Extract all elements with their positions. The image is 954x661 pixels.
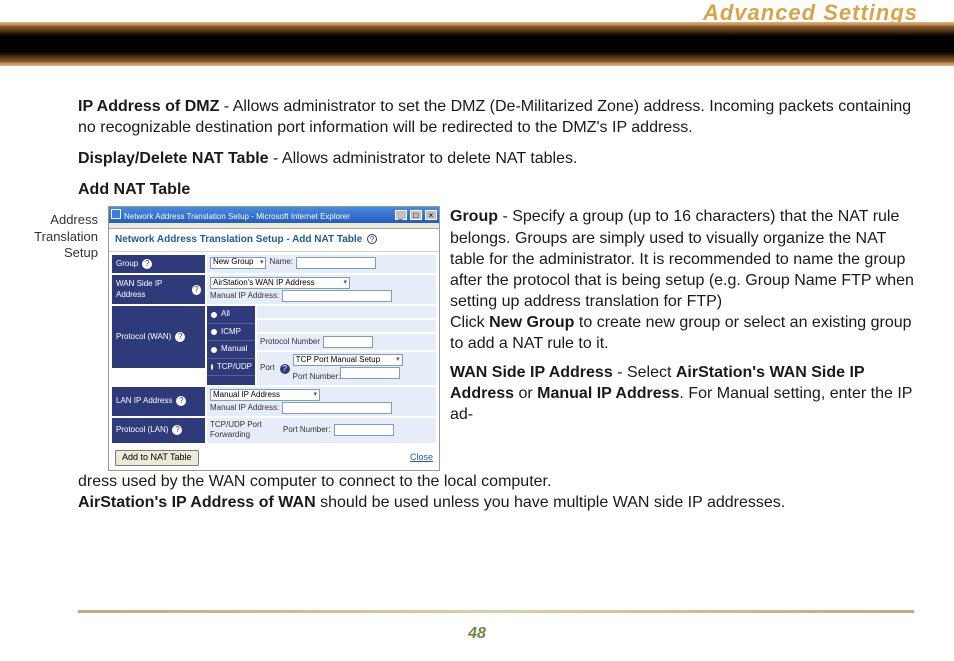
help-icon[interactable]: ? — [367, 234, 377, 244]
dialog-heading-add: Add NAT Table — [292, 234, 362, 245]
term-dmz: IP Address of DMZ — [78, 98, 219, 115]
window-min-button[interactable]: _ — [395, 210, 407, 220]
window-title-text: Network Address Translation Setup - Micr… — [124, 212, 350, 221]
help-icon[interactable]: ? — [280, 364, 290, 374]
add-to-nat-button[interactable]: Add to NAT Table — [115, 450, 199, 466]
caption-line: Translation — [18, 229, 98, 245]
help-icon[interactable]: ? — [172, 425, 182, 435]
paragraph-dmz: IP Address of DMZ - Allows administrator… — [78, 96, 914, 138]
text-display-delete-nat: - Allows administrator to delete NAT tab… — [269, 150, 578, 167]
label-protocol-lan: Protocol (LAN)? — [111, 417, 206, 444]
footer-divider — [78, 610, 914, 613]
input-protocol-number[interactable] — [323, 336, 373, 348]
term-new-group: New Group — [489, 314, 574, 331]
term-manual-ip: Manual IP Address — [537, 385, 679, 402]
input-lan-port-number[interactable] — [334, 424, 394, 436]
term-display-delete-nat: Display/Delete NAT Table — [78, 150, 269, 167]
help-icon[interactable]: ? — [176, 396, 186, 406]
select-wan-ip[interactable]: AirStation's WAN IP Address — [210, 277, 350, 289]
caption-line: Address — [18, 212, 98, 228]
close-link[interactable]: Close — [410, 452, 433, 464]
paragraph-nat-table: Display/Delete NAT Table - Allows admini… — [78, 148, 914, 169]
label-lan-port-forwarding: TCP/UDP Port Forwarding — [210, 420, 280, 441]
nat-setup-screenshot: Network Address Translation Setup - Micr… — [108, 206, 440, 470]
term-wan-side-ip: WAN Side IP Address — [450, 364, 613, 381]
paragraph-airstation: AirStation's IP Address of WAN should be… — [78, 492, 914, 513]
window-buttons: _ □ × — [394, 210, 437, 222]
input-port-number[interactable] — [340, 367, 400, 379]
label-group-name: Name: — [269, 257, 293, 268]
select-group[interactable]: New Group — [210, 257, 266, 269]
dialog-heading-prefix: Network Address Translation Setup - — [115, 234, 292, 245]
text-wan-dash: - Select — [613, 364, 676, 381]
term-group: Group — [450, 208, 498, 225]
header-accent-bar — [0, 26, 954, 62]
paragraph-wan-continued: dress used by the WAN computer to connec… — [78, 471, 914, 492]
label-lan-ip: LAN IP Address? — [111, 386, 206, 417]
help-icon[interactable]: ? — [192, 285, 201, 295]
label-protocol-number: Protocol Number — [260, 337, 320, 348]
page-number: 48 — [0, 625, 954, 643]
radio-tcpudp[interactable]: TCP/UDP — [207, 359, 255, 377]
screenshot-caption: Address Translation Setup — [18, 206, 98, 261]
radio-icmp[interactable]: ICMP — [207, 324, 255, 342]
select-lan-ip[interactable]: Manual IP Address — [210, 389, 320, 401]
label-lan-port-number: Port Number: — [283, 425, 331, 436]
text-group: - Specify a group (up to 16 characters) … — [450, 208, 914, 309]
heading-add-nat-table: Add NAT Table — [78, 179, 914, 200]
label-port: Port — [260, 363, 275, 374]
input-wan-manual-ip[interactable] — [282, 290, 392, 302]
term-airstation-ip-of-wan: AirStation's IP Address of WAN — [78, 494, 316, 511]
help-icon[interactable]: ? — [142, 259, 152, 269]
dialog-heading: Network Address Translation Setup - Add … — [109, 229, 439, 251]
ie-icon — [111, 209, 121, 219]
label-protocol-wan: Protocol (WAN)? — [111, 305, 206, 369]
window-close-button[interactable]: × — [425, 210, 437, 220]
select-port[interactable]: TCP Port Manual Setup — [293, 354, 403, 366]
caption-line: Setup — [18, 245, 98, 261]
label-port-number: Port Number: — [293, 372, 341, 381]
content-area: IP Address of DMZ - Allows administrator… — [78, 96, 914, 513]
help-icon[interactable]: ? — [175, 332, 185, 342]
label-wan-ip: WAN Side IP Address? — [111, 274, 206, 305]
text-click-pre: Click — [450, 314, 489, 331]
window-titlebar: Network Address Translation Setup - Micr… — [109, 207, 439, 223]
text-airstation-post: should be used unless you have multiple … — [316, 494, 786, 511]
paragraph-wan: WAN Side IP Address - Select AirStation'… — [450, 362, 914, 425]
radio-all[interactable]: All — [207, 306, 255, 324]
label-wan-manual-ip: Manual IP Address: — [210, 291, 279, 302]
paragraph-group: Group - Specify a group (up to 16 charac… — [450, 206, 914, 354]
window-max-button[interactable]: □ — [410, 210, 422, 220]
input-group-name[interactable] — [296, 257, 376, 269]
radio-manual[interactable]: Manual — [207, 341, 255, 359]
label-lan-manual-ip: Manual IP Address: — [210, 403, 279, 414]
label-group: Group? — [111, 254, 206, 275]
text-wan-or: or — [514, 385, 537, 402]
input-lan-manual-ip[interactable] — [282, 402, 392, 414]
